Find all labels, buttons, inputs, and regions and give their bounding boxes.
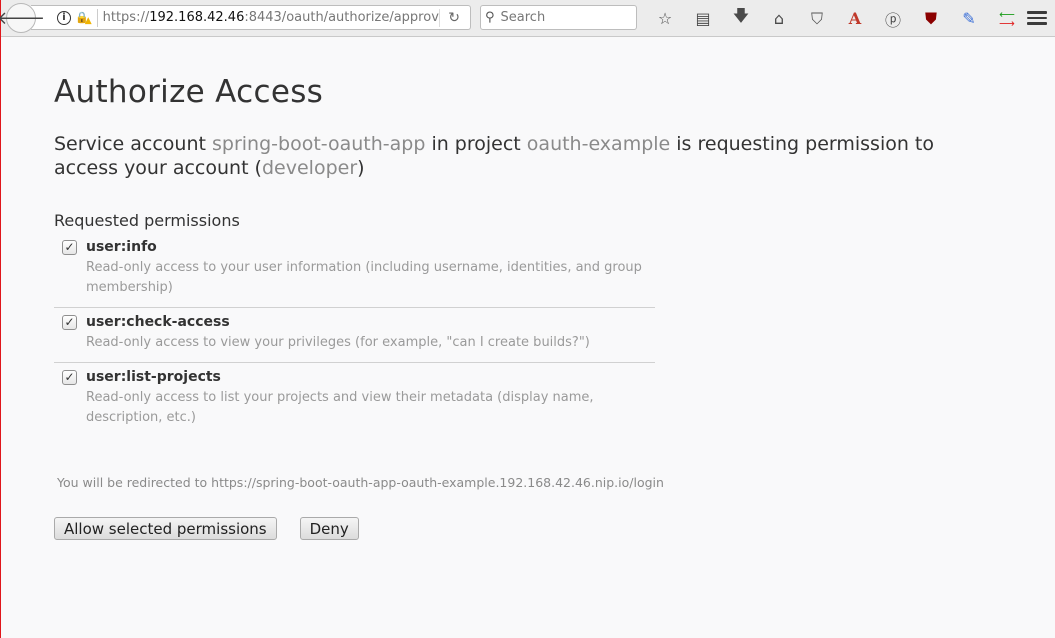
checkbox-user-list-projects[interactable]: ✓ <box>62 369 77 385</box>
permission-name: user:list-projects <box>86 369 221 385</box>
reload-icon[interactable]: ↻ <box>448 10 460 26</box>
warning-icon: ▲ <box>84 15 92 26</box>
service-account-name: spring-boot-oauth-app <box>212 133 426 155</box>
back-arrow-icon: 🡐 <box>0 7 46 29</box>
permission-name: user:info <box>86 239 157 255</box>
checkbox-user-info[interactable]: ✓ <box>62 239 77 255</box>
requested-permissions-label: Requested permissions <box>54 211 240 230</box>
allow-button[interactable]: Allow selected permissions <box>54 517 277 540</box>
url-bar[interactable]: i 🔒 ▲ https://192.168.42.46:8443/oauth/au… <box>31 5 471 30</box>
reading-list-icon[interactable]: ▤ <box>684 9 722 28</box>
url-scheme: https:// <box>102 10 150 25</box>
star-icon[interactable]: ☆ <box>646 9 684 28</box>
permission-name: user:check-access <box>86 314 230 330</box>
page-title: Authorize Access <box>54 74 324 110</box>
user-name: developer <box>261 157 358 179</box>
ublock-icon[interactable]: ⛊ <box>912 9 950 29</box>
search-icon: ⚲ <box>485 10 495 25</box>
info-icon[interactable]: i <box>57 10 71 25</box>
download-icon[interactable]: 🡇 <box>722 5 760 32</box>
hamburger-menu-icon[interactable] <box>1027 8 1047 28</box>
eyedropper-icon[interactable]: ✎ <box>950 9 988 28</box>
url-host: 192.168.42.46 <box>149 10 245 25</box>
pocket-icon[interactable]: ⛉ <box>798 9 836 29</box>
permission-item: ✓ user:check-access Read-only access to v… <box>54 308 655 363</box>
project-name: oauth-example <box>526 133 671 155</box>
intro-part: Service account <box>54 133 212 155</box>
redirect-notice: You will be redirected to https://spring… <box>57 475 664 490</box>
permission-description: Read-only access to view your privileges… <box>86 335 590 350</box>
permissions-list: ✓ user:info Read-only access to your user… <box>54 233 1055 437</box>
browser-toolbar: i 🔒 ▲ https://192.168.42.46:8443/oauth/au… <box>0 0 1055 37</box>
permission-description: Read-only access to your user informatio… <box>86 260 642 295</box>
deny-button[interactable]: Deny <box>299 517 359 540</box>
permission-item: ✓ user:list-projects Read-only access to … <box>54 363 655 437</box>
url-path: :8443/oauth/authorize/approv <box>244 10 439 25</box>
arrows-icon[interactable]: ⟵ ⟶ <box>988 9 1026 29</box>
checkbox-user-check-access[interactable]: ✓ <box>62 314 77 330</box>
search-placeholder: Search <box>500 10 546 25</box>
intro-part: ) <box>357 157 365 179</box>
back-button[interactable]: 🡐 <box>0 3 45 33</box>
divider <box>439 9 440 27</box>
search-input[interactable]: ⚲ Search <box>480 5 637 30</box>
divider <box>96 8 98 27</box>
home-icon[interactable]: ⌂ <box>760 9 798 28</box>
permission-description: Read-only access to list your projects a… <box>86 390 594 425</box>
authorize-page: Authorize Access Service account spring-… <box>1 74 1055 540</box>
intro-part: in project <box>425 133 527 155</box>
p-extension-icon[interactable]: ⓟ <box>874 7 912 31</box>
permission-item: ✓ user:info Read-only access to your user… <box>54 233 655 308</box>
intro-text: Service account spring-boot-oauth-app in… <box>54 132 954 180</box>
font-a-icon[interactable]: A <box>836 9 874 28</box>
